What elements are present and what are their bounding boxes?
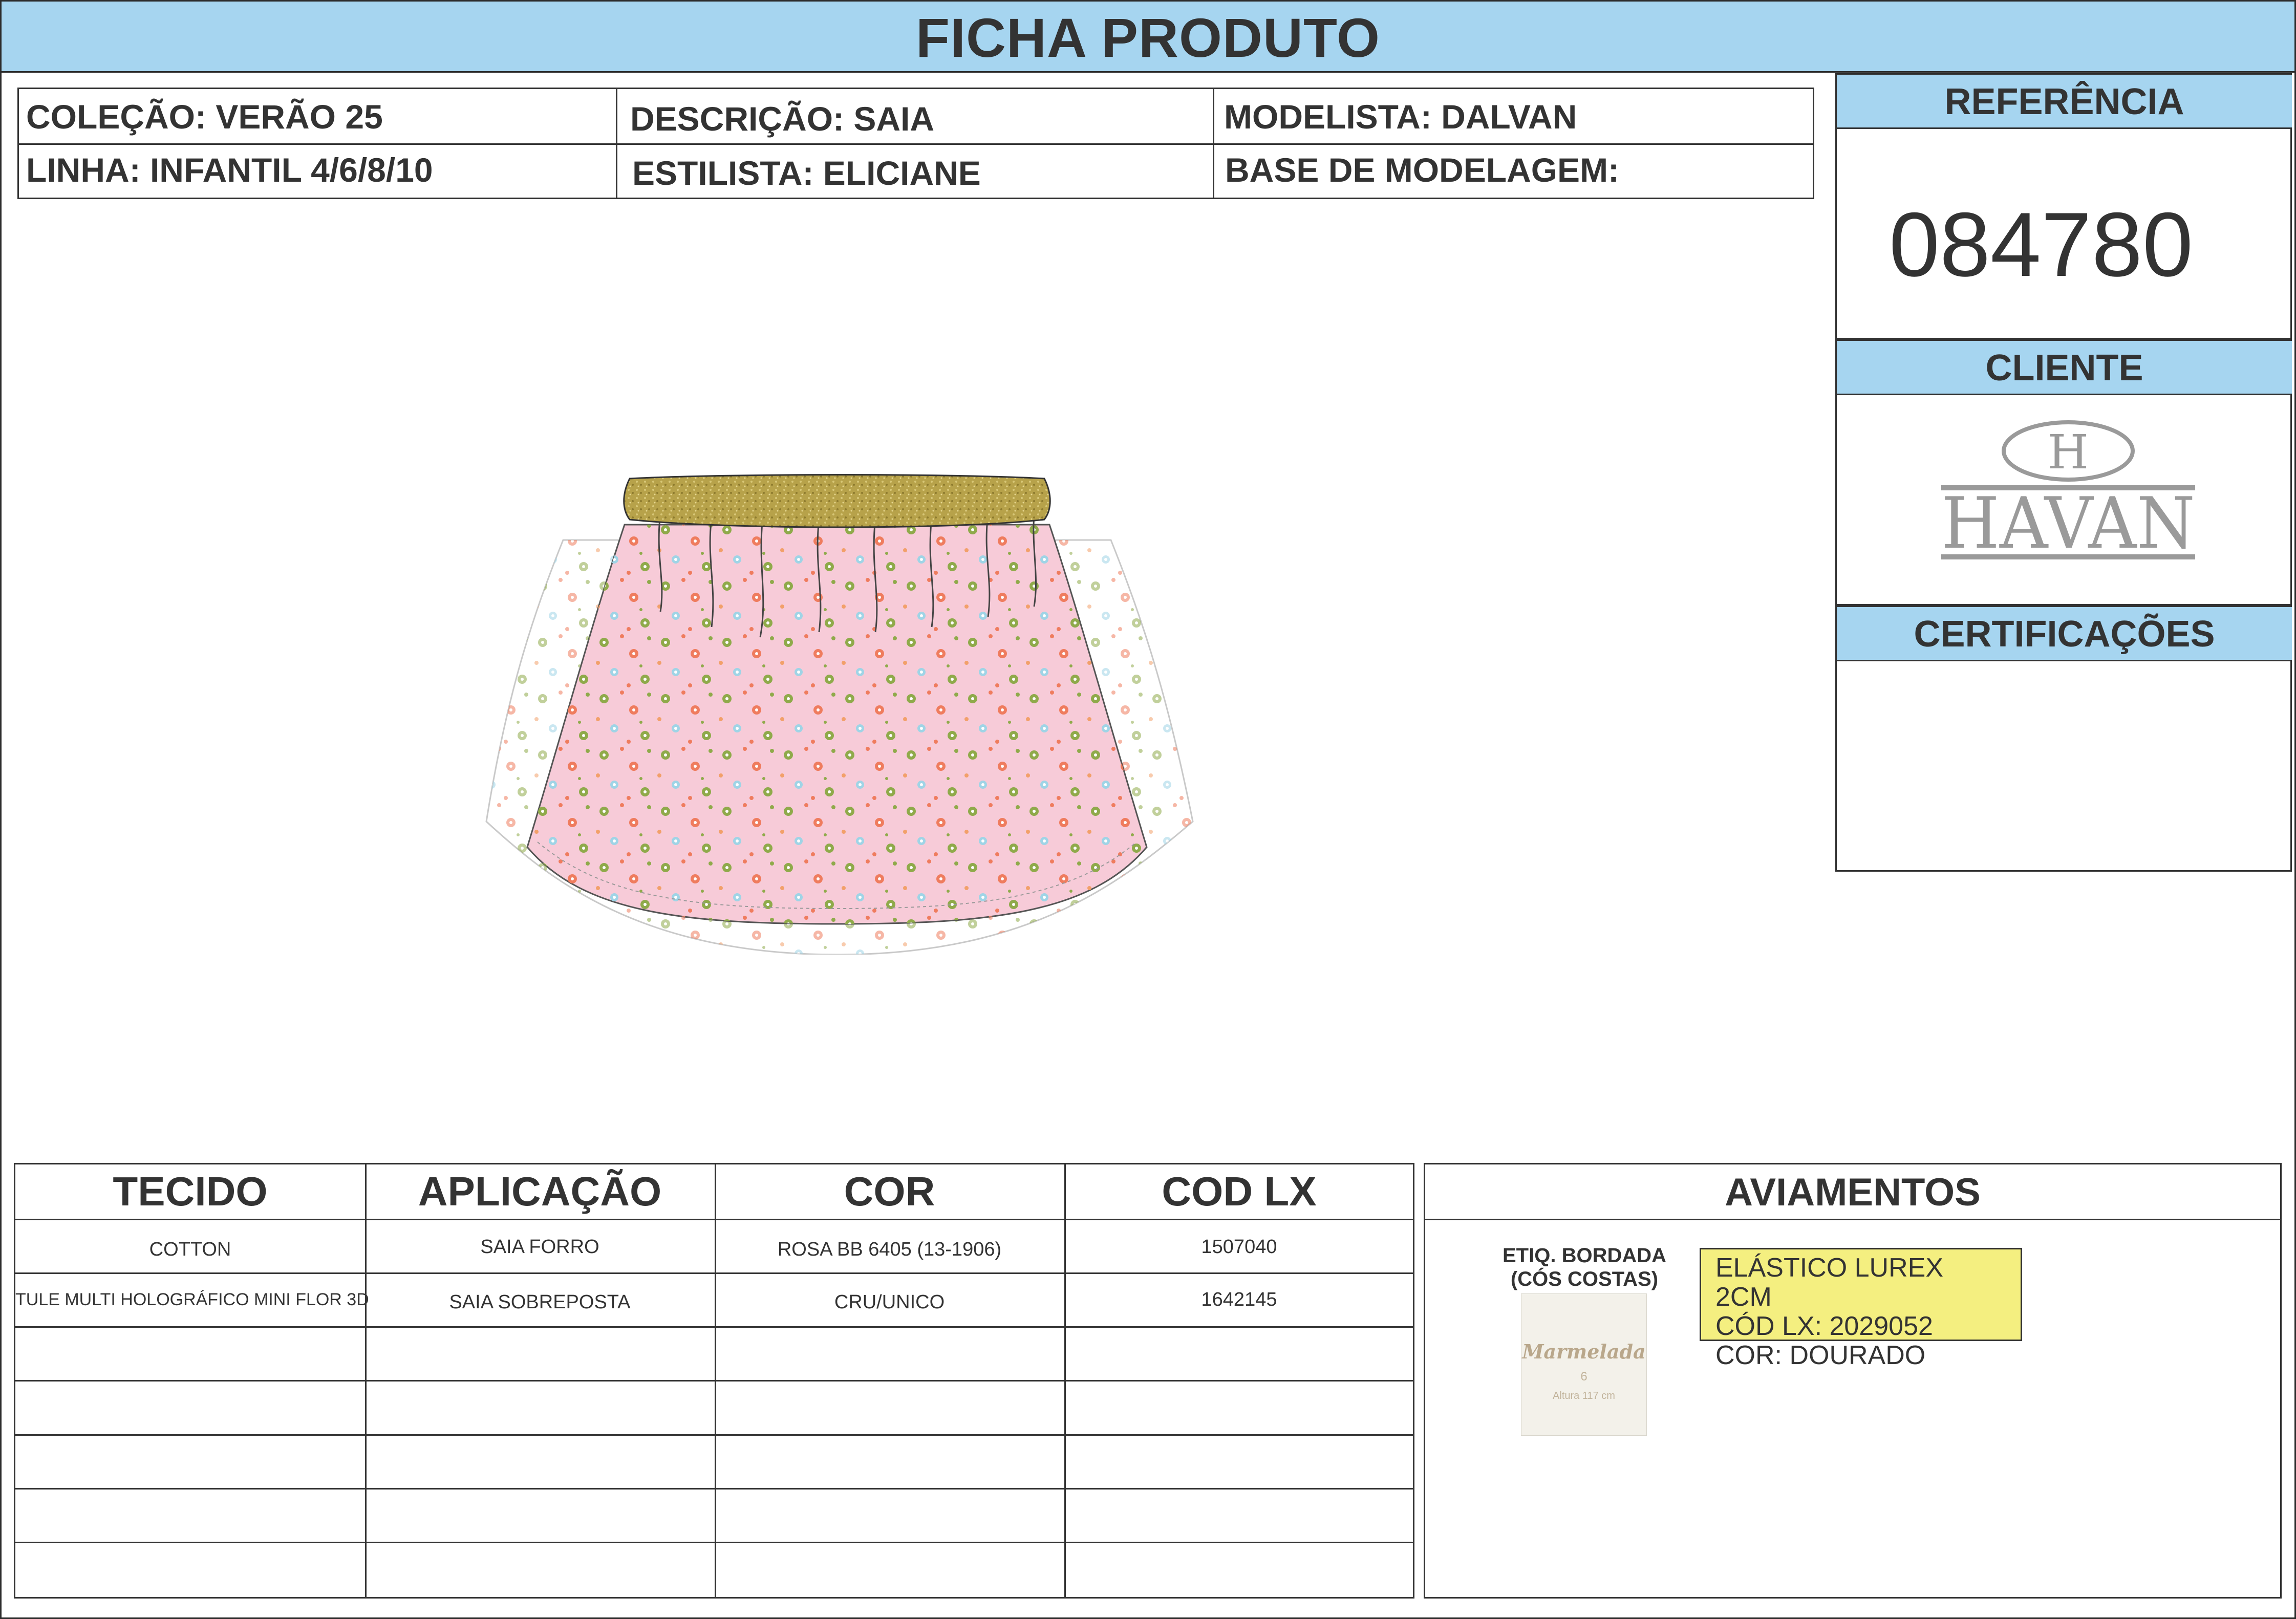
divider [19,143,1813,145]
modelista-field: MODELISTA: DALVAN [1224,98,1577,136]
etiqueta-height: Altura 117 cm [1553,1390,1615,1401]
divider [15,1272,1413,1274]
havan-logo-text: HAVAN [1941,482,2195,565]
certificacoes-title: CERTIFICAÇÕES [1837,607,2292,661]
table-cell: COTTON [149,1239,231,1260]
descricao-field: DESCRIÇÃO: SAIA [630,100,935,138]
divider [1213,89,1214,198]
divider [15,1326,1413,1328]
header-tecido: TECIDO [113,1169,268,1214]
divider [1425,1219,2280,1220]
header-cod-lx: COD LX [1162,1169,1317,1214]
etiqueta-brand: Marmelada [1522,1340,1646,1363]
note-line: COR: DOURADO [1715,1341,1926,1370]
havan-logo-letter: H [2048,425,2089,480]
divider [15,1380,1413,1381]
havan-logo: H HAVAN [1941,420,2195,565]
divider [15,1542,1413,1543]
estilista-field: ESTILISTA: ELICIANE [632,154,981,192]
cliente-title: CLIENTE [1837,341,2292,395]
divider [15,1434,1413,1436]
divider [15,1488,1413,1490]
etiqueta-label-line: (CÓS COSTAS) [1510,1268,1659,1290]
divider [15,1219,1413,1220]
note-line: ELÁSTICO LUREX 2CM [1715,1253,1944,1312]
materials-table: TECIDO APLICAÇÃO COR COD LX COTTON SAIA … [14,1163,1414,1599]
elastic-note: ELÁSTICO LUREX 2CM CÓD LX: 2029052 COR: … [1700,1248,2022,1370]
page-title: FICHA PRODUTO [915,7,1380,69]
base-modelagem-field: BASE DE MODELAGEM: [1225,151,1620,189]
referencia-title: REFERÊNCIA [1837,75,2292,129]
table-cell: 1507040 [1201,1236,1277,1258]
etiqueta-label-line: ETIQ. BORDADA [1503,1244,1666,1267]
aviamentos-title: AVIAMENTOS [1725,1171,1981,1214]
divider [616,89,617,198]
title-bar: FICHA PRODUTO [2,2,2294,73]
etiqueta-size: 6 [1580,1370,1587,1384]
product-info-grid: COLEÇÃO: VERÃO 25 DESCRIÇÃO: SAIA MODELI… [17,88,1814,199]
table-cell: CRU/UNICO [834,1291,945,1313]
table-cell: TULE MULTI HOLOGRÁFICO MINI FLOR 3D [15,1290,369,1309]
colecao-field: COLEÇÃO: VERÃO 25 [26,98,383,136]
linha-field: LINHA: INFANTIL 4/6/8/10 [26,151,433,189]
table-cell: SAIA SOBREPOSTA [449,1291,631,1313]
table-cell: ROSA BB 6405 (13-1906) [777,1239,1002,1260]
embroidered-label: Marmelada 6 Altura 117 cm [1521,1293,1647,1436]
table-cell: SAIA FORRO [480,1236,599,1258]
header-aplicacao: APLICAÇÃO [418,1169,662,1214]
skirt-illustration [485,474,1194,955]
table-cell: 1642145 [1201,1289,1277,1310]
etiqueta-label: ETIQ. BORDADA (CÓS COSTAS) [1487,1244,1682,1291]
header-cor: COR [844,1169,935,1214]
note-line: CÓD LX: 2029052 [1715,1311,1933,1341]
referencia-number: 084780 [1889,193,2193,295]
